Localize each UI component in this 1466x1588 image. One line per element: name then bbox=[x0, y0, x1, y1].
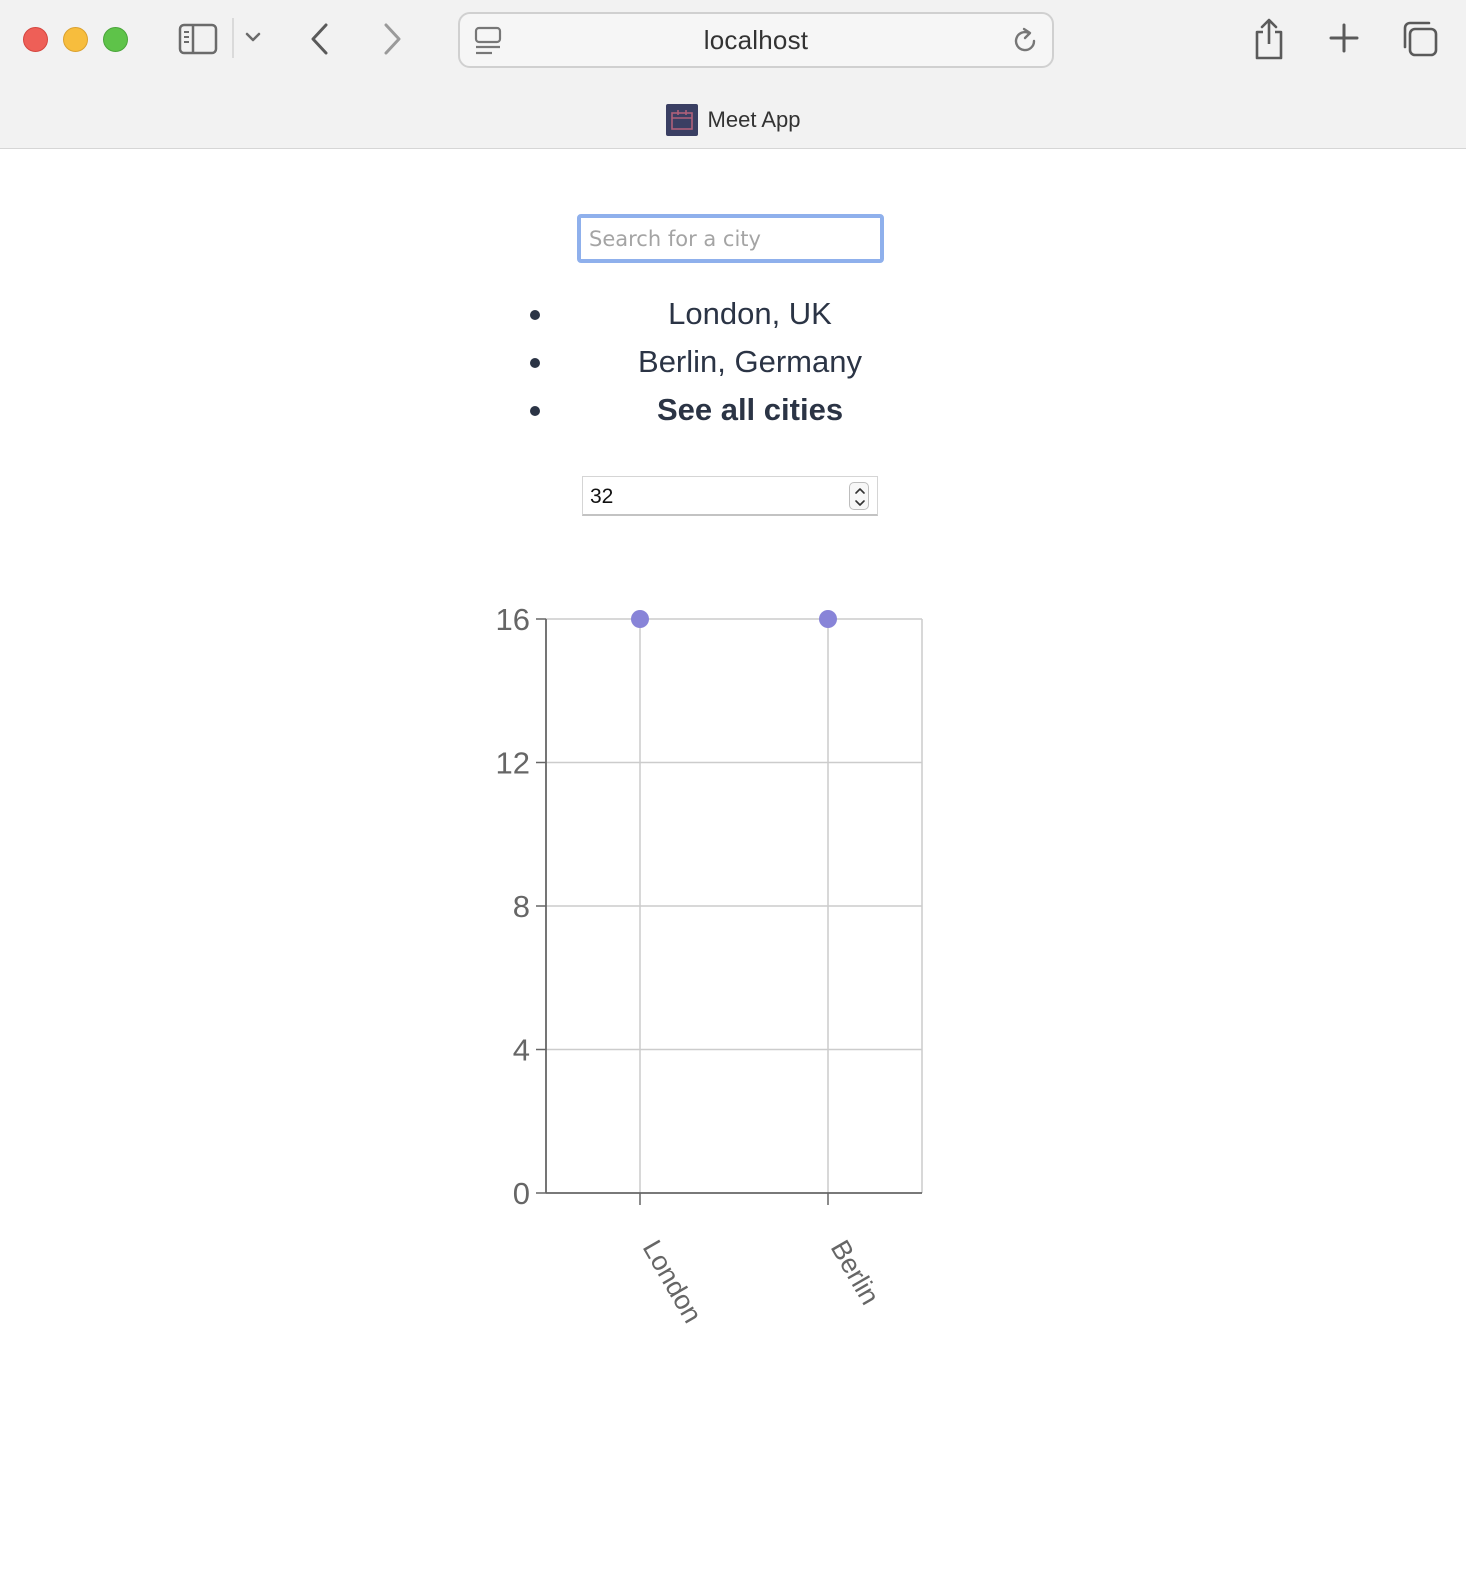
toolbar-divider bbox=[232, 18, 234, 58]
active-tab[interactable]: Meet App bbox=[0, 100, 1466, 140]
list-bullet bbox=[530, 358, 540, 368]
suggestion-label: Berlin, Germany bbox=[638, 344, 862, 379]
y-tick-label: 12 bbox=[496, 746, 530, 781]
number-of-events-input[interactable]: 32 bbox=[582, 476, 878, 516]
suggestion-label: London, UK bbox=[668, 296, 832, 331]
x-tick-label: London bbox=[637, 1235, 708, 1328]
sidebar-icon[interactable] bbox=[178, 22, 218, 56]
tabs-overview-icon[interactable] bbox=[1401, 20, 1439, 58]
minimize-window-button[interactable] bbox=[63, 27, 88, 52]
y-tick-label: 0 bbox=[513, 1176, 530, 1211]
browser-window: localhost Meet App Search for a city Lon… bbox=[0, 0, 1466, 1588]
city-suggestions-list: London, UK Berlin, Germany See all citie… bbox=[520, 290, 1020, 434]
data-point bbox=[631, 610, 649, 628]
tab-title: Meet App bbox=[707, 107, 801, 132]
suggestion-item[interactable]: London, UK bbox=[520, 290, 1020, 338]
close-window-button[interactable] bbox=[23, 27, 48, 52]
y-tick-label: 4 bbox=[513, 1033, 530, 1068]
y-tick-label: 8 bbox=[513, 889, 530, 924]
address-bar[interactable]: localhost bbox=[458, 12, 1054, 68]
browser-toolbar: localhost Meet App bbox=[0, 0, 1466, 149]
data-point bbox=[819, 610, 837, 628]
list-bullet bbox=[530, 406, 540, 416]
app-favicon-icon bbox=[665, 104, 698, 136]
number-stepper[interactable] bbox=[849, 482, 869, 510]
url-text: localhost bbox=[703, 24, 809, 55]
zoom-window-button[interactable] bbox=[103, 27, 128, 52]
see-all-cities-item[interactable]: See all cities bbox=[520, 386, 1020, 434]
events-scatter-chart: 0 4 8 12 16 London Berlin bbox=[440, 580, 960, 1380]
forward-icon[interactable] bbox=[380, 22, 404, 56]
stepper-arrows-icon bbox=[855, 488, 865, 506]
number-of-events-value: 32 bbox=[590, 485, 614, 508]
reload-icon[interactable] bbox=[1010, 26, 1040, 61]
y-tick-label: 16 bbox=[496, 602, 530, 637]
chevron-down-icon[interactable] bbox=[244, 30, 262, 44]
back-icon[interactable] bbox=[308, 22, 332, 56]
suggestion-item[interactable]: Berlin, Germany bbox=[520, 338, 1020, 386]
new-tab-icon[interactable] bbox=[1328, 22, 1360, 54]
city-search-input[interactable] bbox=[577, 214, 884, 263]
chart-svg: 0 4 8 12 16 London Berlin bbox=[496, 602, 923, 1328]
share-icon[interactable] bbox=[1253, 18, 1285, 60]
x-tick-label: Berlin bbox=[825, 1235, 885, 1310]
suggestion-label: See all cities bbox=[656, 392, 844, 427]
list-bullet bbox=[530, 310, 540, 320]
